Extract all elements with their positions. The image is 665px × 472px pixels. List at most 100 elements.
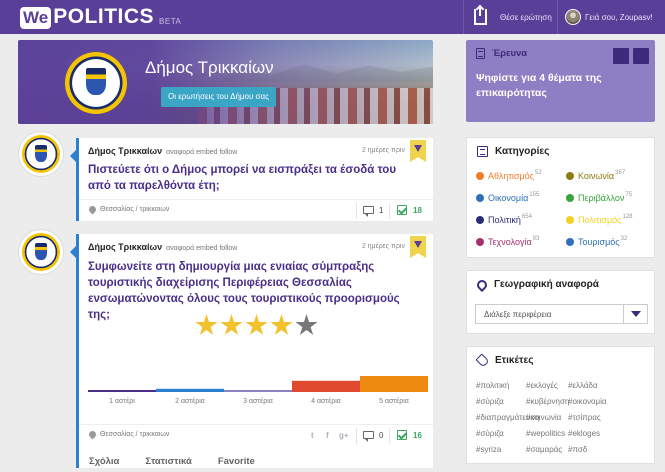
chevron-down-icon[interactable] <box>623 305 647 323</box>
municipality-seal-icon <box>65 52 127 114</box>
user-menu-button[interactable]: Γειά σου, Zoupasv! <box>565 0 665 34</box>
survey-text[interactable]: Ψηφίστε για 4 θέματα της επικαιρότητας <box>476 71 646 101</box>
map-pin-icon <box>474 277 490 292</box>
tag-link[interactable]: #wepolitics <box>526 429 565 438</box>
logo-beta: BETA <box>159 17 182 26</box>
upload-icon <box>474 7 487 25</box>
survey-prev-button[interactable] <box>613 48 629 64</box>
post-actions[interactable]: αναφορά embed follow <box>166 149 237 156</box>
comment-icon[interactable] <box>363 431 374 442</box>
answer-check-icon[interactable] <box>397 205 407 215</box>
tag-link[interactable]: #ekloges <box>568 429 600 438</box>
post-card: Δήμος Τρικκαίων αναφορά embed follow 2 η… <box>70 138 433 221</box>
category-item[interactable]: Οικονομία 155 <box>476 192 540 203</box>
tag-link[interactable]: #syriza <box>476 445 501 454</box>
survey-next-button[interactable] <box>633 48 649 64</box>
post-tabs: Σχόλια Στατιστικά Favorite <box>89 456 255 467</box>
category-item[interactable]: Αθλητισμός 52 <box>476 170 542 181</box>
comment-count: 0 <box>379 431 384 440</box>
category-label: Πολιτισμός <box>578 215 622 225</box>
star-rating[interactable] <box>195 314 318 337</box>
twitter-share-icon[interactable]: t <box>311 431 314 440</box>
tab-comments[interactable]: Σχόλια <box>89 456 119 467</box>
post-question[interactable]: Πιστεύετε ότι ο Δήμος μπορεί να εισπράξε… <box>88 162 406 194</box>
comment-icon[interactable] <box>363 206 374 217</box>
category-label: Τεχνολογία <box>488 237 532 247</box>
chart-tick-label: 1 αστέρι <box>109 398 135 405</box>
survey-header: Έρευνα <box>476 48 527 59</box>
municipality-questions-button[interactable]: Οι ερωτήσεις του Δήμου σας <box>161 87 276 107</box>
survey-doc-icon <box>476 48 485 59</box>
post-author[interactable]: Δήμος Τρικκαίων <box>88 242 162 252</box>
categories-header: Κατηγορίες <box>477 146 549 157</box>
answer-count: 16 <box>413 431 422 440</box>
category-dot-icon <box>566 238 574 246</box>
category-item[interactable]: Τουρισμός 32 <box>566 236 628 247</box>
chart-tick-label: 5 αστέρια <box>379 398 409 405</box>
category-label: Τουρισμός <box>578 237 620 247</box>
tag-link[interactable]: #σαμαράς <box>526 445 562 454</box>
post-location[interactable]: Θεσσαλίας / τρικκαιων <box>87 429 169 440</box>
answer-check-icon[interactable] <box>397 430 407 440</box>
post-actions[interactable]: αναφορά embed follow <box>166 245 237 252</box>
divider <box>389 428 390 444</box>
category-count: 155 <box>529 192 540 198</box>
star-filled-icon[interactable] <box>220 314 243 335</box>
tag-link[interactable]: #πολιτική <box>476 381 509 390</box>
tag-link[interactable]: #πσδ <box>568 445 587 454</box>
municipality-seal-icon <box>22 233 60 271</box>
categories-title: Κατηγορίες <box>495 146 550 157</box>
ask-question-button[interactable]: Θέσε ερώτηση <box>472 0 556 34</box>
tab-favorite[interactable]: Favorite <box>218 456 255 467</box>
tags-panel: Ετικέτες #πολιτική #εκλογές #ελλάδα #σύριζα… <box>466 346 655 464</box>
region-select[interactable]: Διάλεξε περιφέρεια <box>475 304 648 324</box>
tag-link[interactable]: #κυβέρνηση <box>526 397 569 406</box>
categories-panel: Κατηγορίες Αθλητισμός 52 Κοινωνία 387 Οικονο… <box>466 137 655 258</box>
category-count: 52 <box>534 170 542 176</box>
tag-link[interactable]: #σύριζα <box>476 397 504 406</box>
survey-panel[interactable]: Έρευνα Ψηφίστε για 4 θέματα της επικαιρό… <box>466 40 655 122</box>
chart-labels: 1 αστέρι 2 αστέρια 3 αστέρια 4 αστέρια 5 αστ… <box>88 398 428 408</box>
user-greeting: Γειά σου, Zoupasv! <box>585 12 653 22</box>
tags-title: Ετικέτες <box>495 355 534 366</box>
divider <box>463 0 464 34</box>
category-item[interactable]: Πολιτική 654 <box>476 214 532 225</box>
category-count: 128 <box>622 214 633 220</box>
logo-politics: POLITICS <box>53 5 155 28</box>
googleplus-share-icon[interactable]: g+ <box>339 431 349 440</box>
tag-link[interactable]: #ελλάδα <box>568 381 598 390</box>
star-filled-icon[interactable] <box>195 314 218 335</box>
post-avatar[interactable] <box>18 131 64 177</box>
tab-statistics[interactable]: Στατιστικά <box>145 456 191 467</box>
category-count: 32 <box>620 236 628 242</box>
divider <box>557 0 558 34</box>
post-header: Δήμος Τρικκαίων αναφορά embed follow <box>88 146 237 156</box>
post-footer: Θεσσαλίας / τρικκαιων t f g+ 0 16 <box>79 424 433 446</box>
logo[interactable]: We POLITICS BETA <box>20 5 181 29</box>
post-author[interactable]: Δήμος Τρικκαίων <box>88 146 162 156</box>
category-item[interactable]: Κοινωνία 387 <box>566 170 626 181</box>
banner-title: Δήμος Τρικκαίων <box>145 58 274 77</box>
geo-header: Γεωγραφική αναφορά <box>474 277 599 292</box>
tag-link[interactable]: #σύριζα <box>476 429 504 438</box>
star-filled-icon[interactable] <box>245 314 268 335</box>
category-item[interactable]: Περιβάλλον 75 <box>566 192 632 203</box>
tag-link[interactable]: #εκλογές <box>526 381 558 390</box>
category-label: Οικονομία <box>488 193 529 203</box>
municipality-seal-icon <box>22 135 60 173</box>
tag-link[interactable]: #κοινωνία <box>526 413 561 422</box>
category-count: 387 <box>615 170 626 176</box>
chart-bar <box>224 390 292 392</box>
category-item[interactable]: Πολιτισμός 128 <box>566 214 633 225</box>
star-filled-icon[interactable] <box>270 314 293 335</box>
post-location[interactable]: Θεσσαλίας / τρικκαιων <box>87 204 169 215</box>
tag-link[interactable]: #τσίπρας <box>568 413 601 422</box>
category-item[interactable]: Τεχνολογία 93 <box>476 236 539 247</box>
star-empty-icon[interactable] <box>295 314 318 335</box>
chart-bar <box>88 390 156 392</box>
tag-link[interactable]: #οικονομία <box>568 397 607 406</box>
post-avatar[interactable] <box>18 229 64 275</box>
ask-question-label: Θέσε ερώτηση <box>500 12 552 22</box>
facebook-share-icon[interactable]: f <box>326 431 329 440</box>
answer-count: 18 <box>413 206 422 215</box>
